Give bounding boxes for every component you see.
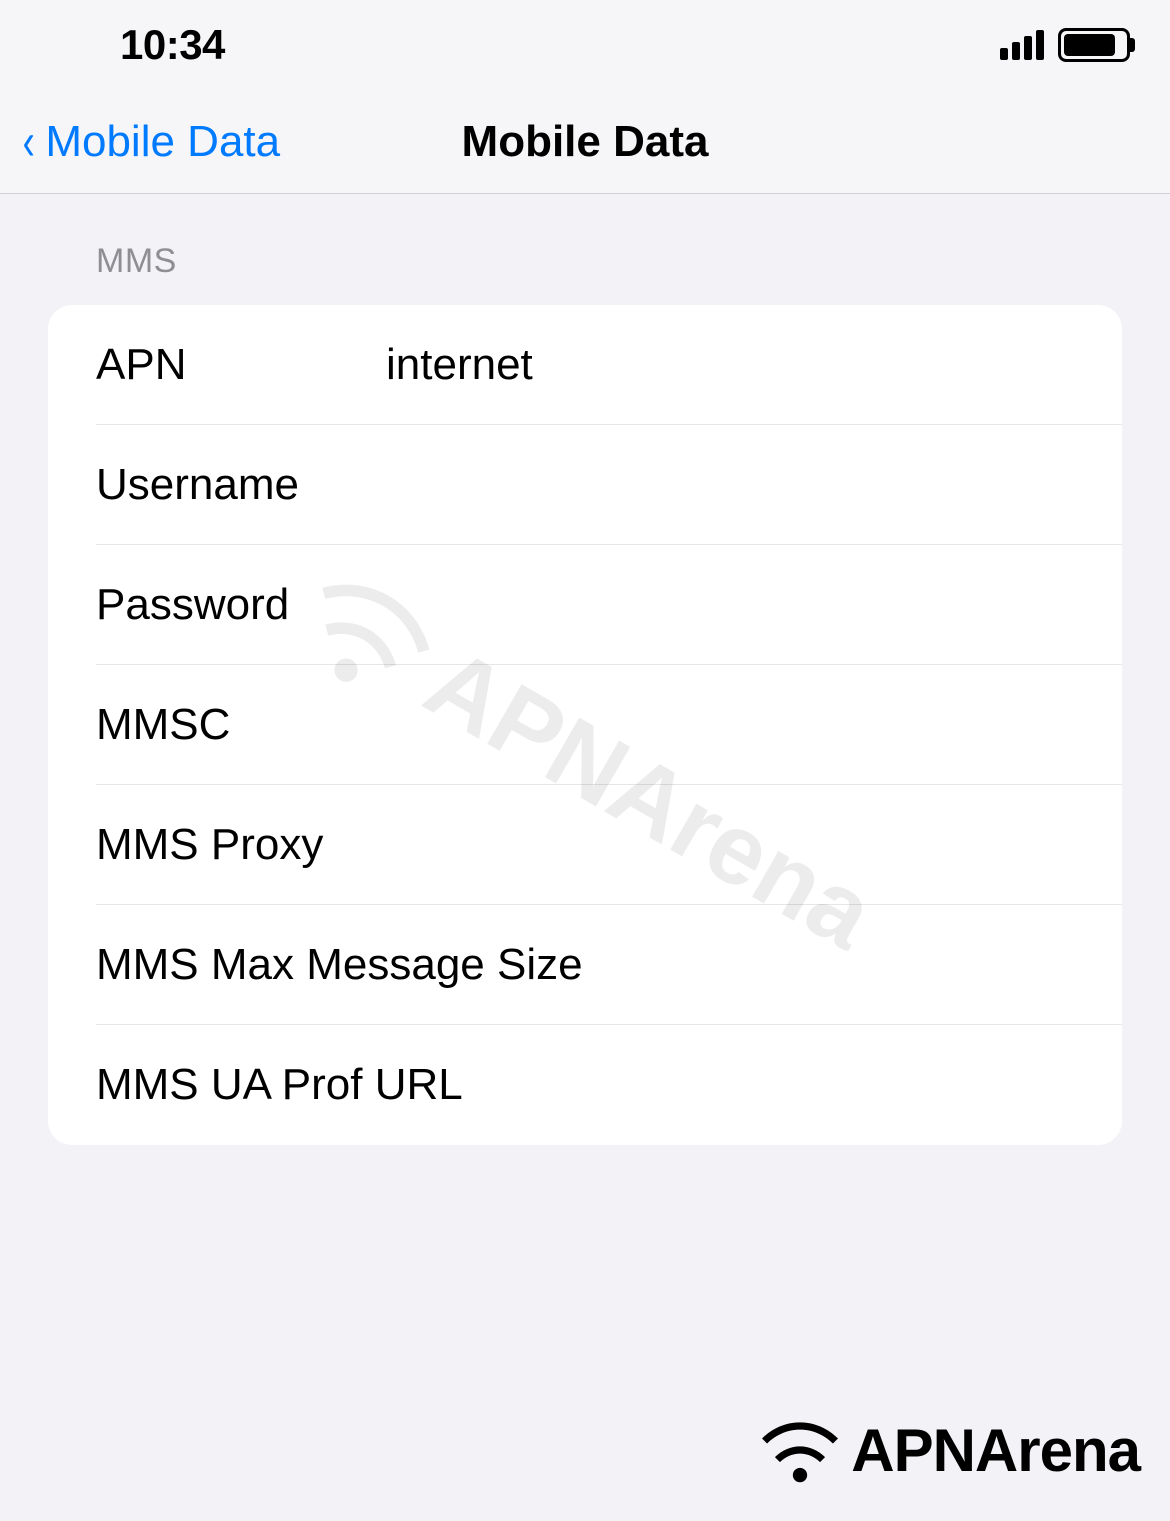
- settings-group-mms: APN Username Password MMSC MMS Proxy MMS…: [48, 305, 1122, 1145]
- back-button-label: Mobile Data: [45, 117, 280, 167]
- username-field[interactable]: [386, 460, 1074, 510]
- row-label: APN: [96, 340, 386, 390]
- row-mms-ua-prof-url[interactable]: MMS UA Prof URL: [48, 1025, 1122, 1145]
- content: MMS APN Username Password MMSC MMS Proxy…: [0, 194, 1170, 1193]
- row-mms-max-message-size[interactable]: MMS Max Message Size: [48, 905, 1122, 1025]
- page-title: Mobile Data: [462, 117, 709, 167]
- row-label: MMS UA Prof URL: [96, 1060, 463, 1110]
- row-label: Username: [96, 460, 386, 510]
- status-bar: 10:34: [0, 0, 1170, 90]
- section-header: MMS: [48, 242, 1122, 305]
- row-label: MMS Proxy: [96, 820, 386, 870]
- password-field[interactable]: [386, 580, 1074, 630]
- row-mms-proxy[interactable]: MMS Proxy: [48, 785, 1122, 905]
- mms-ua-prof-field[interactable]: [463, 1060, 1074, 1110]
- row-label: MMSC: [96, 700, 386, 750]
- mms-max-size-field[interactable]: [583, 940, 1122, 990]
- row-username[interactable]: Username: [48, 425, 1122, 545]
- back-button[interactable]: ‹ Mobile Data: [20, 116, 280, 168]
- row-apn[interactable]: APN: [48, 305, 1122, 425]
- cellular-signal-icon: [1000, 30, 1044, 60]
- mmsc-field[interactable]: [386, 700, 1074, 750]
- navigation-bar: ‹ Mobile Data Mobile Data: [0, 90, 1170, 194]
- apn-field[interactable]: [386, 340, 1074, 390]
- row-label: Password: [96, 580, 386, 630]
- row-mmsc[interactable]: MMSC: [48, 665, 1122, 785]
- status-icons: [1000, 28, 1130, 62]
- chevron-left-icon: ‹: [23, 116, 35, 168]
- row-label: MMS Max Message Size: [96, 940, 583, 990]
- wifi-icon: [757, 1407, 843, 1493]
- row-password[interactable]: Password: [48, 545, 1122, 665]
- footer-logo: APNArena: [757, 1407, 1140, 1493]
- status-time: 10:34: [120, 21, 225, 69]
- footer-logo-text: APNArena: [851, 1416, 1140, 1485]
- battery-icon: [1058, 28, 1130, 62]
- mms-proxy-field[interactable]: [386, 820, 1074, 870]
